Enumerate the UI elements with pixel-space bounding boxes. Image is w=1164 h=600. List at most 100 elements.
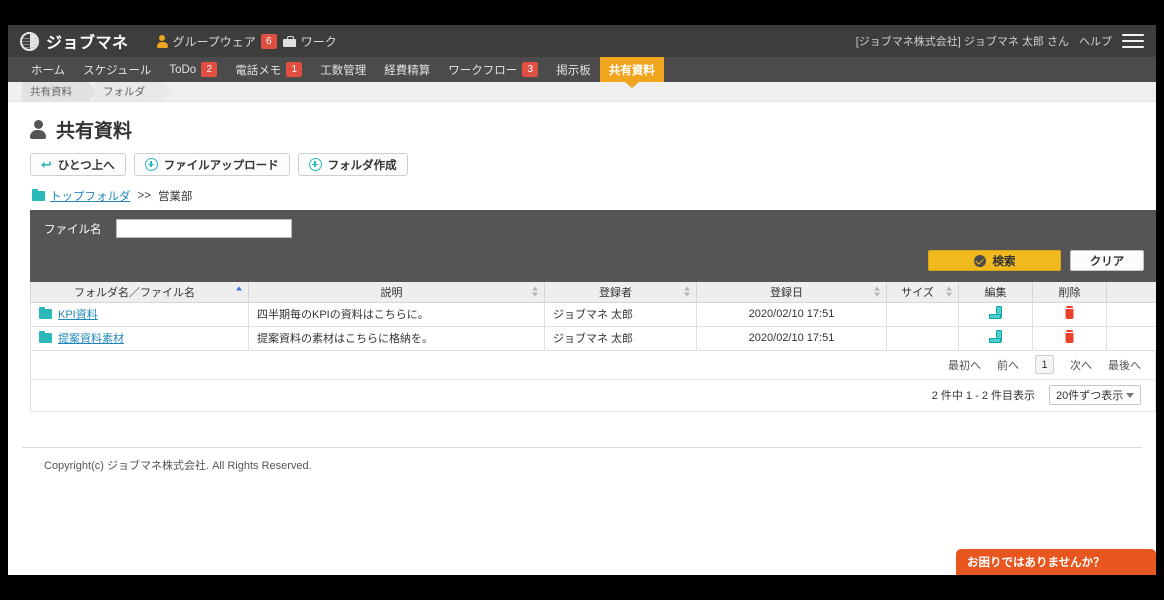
todo-badge: 2: [201, 62, 218, 77]
pagination-page-1[interactable]: 1: [1035, 355, 1054, 374]
page-content: 共有資料 ↪ ひとつ上へ ファイルアップロード フォルダ作成 トップフォルダ >…: [8, 116, 1156, 483]
column-header-name[interactable]: フォルダ名／ファイル名: [30, 280, 249, 303]
nav-item-man-hours[interactable]: 工数管理: [311, 57, 375, 82]
file-name-label: ファイル名: [44, 223, 102, 236]
nav-item-schedule[interactable]: スケジュール: [74, 57, 160, 82]
logo-text: ジョブマネ: [46, 35, 129, 52]
person-icon: [156, 34, 168, 48]
cell-date: 2020/02/10 17:51: [696, 325, 887, 351]
nav-label: 電話メモ: [235, 64, 282, 77]
page-title-text: 共有資料: [56, 121, 133, 142]
cell-delete: [1032, 301, 1107, 327]
cell-description: 提案資料の素材はこちらに格納を。: [248, 325, 545, 351]
pagination-last[interactable]: 最後へ: [1108, 357, 1141, 373]
column-header-edit: 編集: [958, 280, 1033, 303]
go-up-button[interactable]: ↪ ひとつ上へ: [30, 153, 126, 176]
file-table: フォルダ名／ファイル名 説明 登録者 登録日 サイズ 編集 削除 KPI資料 四…: [30, 280, 1156, 351]
phone-memo-badge: 1: [286, 62, 303, 77]
breadcrumb-label: 共有資料: [30, 86, 72, 98]
pencil-icon[interactable]: [988, 306, 1003, 320]
chevron-down-icon: [1126, 392, 1134, 398]
top-nav-label: ワーク: [300, 34, 337, 49]
hamburger-icon[interactable]: [1122, 34, 1144, 48]
search-button[interactable]: 検索: [928, 250, 1061, 271]
file-upload-label: ファイルアップロード: [163, 159, 279, 172]
pagination-prev[interactable]: 前へ: [997, 357, 1019, 373]
column-label: 登録日: [770, 286, 803, 299]
nav-item-workflow[interactable]: ワークフロー 3: [439, 57, 547, 82]
action-button-row: ↪ ひとつ上へ ファイルアップロード フォルダ作成: [30, 153, 1142, 176]
result-count-text: 2 件中 1 - 2 件目表示: [931, 390, 1035, 402]
folder-icon: [32, 188, 45, 201]
plus-circle-icon: [308, 158, 322, 171]
nav-label: 共有資料: [608, 64, 655, 77]
cell-description: 四半期毎のKPIの資料はこちらに。: [248, 301, 545, 327]
pagination-first[interactable]: 最初へ: [948, 357, 981, 373]
folder-path: トップフォルダ >> 営業部: [32, 188, 1142, 204]
nav-item-expenses[interactable]: 経費精算: [375, 57, 439, 82]
cell-spacer: [1106, 325, 1156, 351]
file-name-input[interactable]: [116, 219, 292, 238]
screenshot-root: ジョブマネ グループウェア 6 ワーク [ジョブマネ株式会社] ジョブマネ 太郎…: [0, 0, 1164, 600]
clear-button-label: クリア: [1089, 255, 1125, 268]
nav-item-home[interactable]: ホーム: [22, 57, 74, 82]
top-right-area: [ジョブマネ株式会社] ジョブマネ 太郎 さん ヘルプ: [856, 25, 1144, 57]
sort-icon: [873, 286, 880, 297]
workflow-badge: 3: [522, 62, 539, 77]
table-row: KPI資料 四半期毎のKPIの資料はこちらに。 ジョブマネ 太郎 2020/02…: [30, 301, 1156, 327]
go-up-label: ひとつ上へ: [57, 159, 115, 172]
nav-label: 掲示板: [556, 64, 591, 77]
breadcrumb: 共有資料 フォルダ: [8, 82, 1156, 102]
nav-label: ホーム: [31, 64, 66, 77]
sort-icon: [683, 286, 690, 297]
nav-item-phone-memo[interactable]: 電話メモ 1: [226, 57, 311, 82]
top-nav-label: グループウェア: [172, 34, 256, 49]
sort-asc-icon: [235, 286, 242, 297]
logo[interactable]: ジョブマネ: [20, 29, 129, 53]
sort-icon: [945, 286, 952, 297]
cell-author: ジョブマネ 太郎: [544, 301, 697, 327]
nav-label: 工数管理: [320, 64, 367, 77]
file-upload-button[interactable]: ファイルアップロード: [133, 153, 290, 176]
search-panel: ファイル名 検索 クリア: [30, 210, 1156, 280]
nav-item-todo[interactable]: ToDo 2: [160, 57, 226, 82]
trash-icon[interactable]: [1064, 330, 1075, 343]
help-widget[interactable]: お困りではありませんか？: [956, 549, 1156, 575]
column-header-size[interactable]: サイズ: [886, 280, 959, 303]
search-button-row: 検索 クリア: [44, 250, 1144, 271]
column-header-delete: 削除: [1032, 280, 1107, 303]
cell-edit: [958, 301, 1033, 327]
result-count-bar: 2 件中 1 - 2 件目表示 20件ずつ表示: [30, 379, 1156, 412]
column-label: 編集: [984, 286, 1007, 299]
nav-item-shared-documents[interactable]: 共有資料: [599, 57, 664, 82]
column-label: サイズ: [901, 286, 934, 299]
top-nav-item-groupware[interactable]: グループウェア 6: [156, 33, 277, 50]
column-header-description[interactable]: 説明: [248, 280, 545, 303]
clear-button[interactable]: クリア: [1070, 250, 1144, 271]
nav-label: ToDo: [169, 63, 197, 76]
top-nav-item-work[interactable]: ワーク: [282, 33, 337, 50]
column-header-date[interactable]: 登録日: [696, 280, 887, 303]
path-root-link[interactable]: トップフォルダ: [50, 188, 131, 204]
column-header-author[interactable]: 登録者: [544, 280, 697, 303]
folder-link[interactable]: KPI資料: [58, 306, 98, 322]
briefcase-icon: [282, 35, 296, 47]
help-link[interactable]: ヘルプ: [1079, 33, 1112, 49]
path-current: 営業部: [157, 191, 193, 203]
per-page-select[interactable]: 20件ずつ表示: [1049, 385, 1141, 405]
nav-item-bulletin-board[interactable]: 掲示板: [547, 57, 600, 82]
pencil-icon[interactable]: [988, 330, 1003, 344]
pagination-next[interactable]: 次へ: [1070, 357, 1092, 373]
create-folder-label: フォルダ作成: [327, 159, 397, 172]
breadcrumb-item-folder[interactable]: フォルダ: [95, 82, 171, 102]
main-nav: ホーム スケジュール ToDo 2 電話メモ 1 工数管理 経費精算 ワークフロ…: [8, 57, 1156, 82]
trash-icon[interactable]: [1064, 306, 1075, 319]
folder-link[interactable]: 提案資料素材: [58, 330, 124, 346]
check-circle-icon: [973, 254, 986, 267]
create-folder-button[interactable]: フォルダ作成: [297, 153, 408, 176]
nav-label: ワークフロー: [448, 64, 518, 77]
column-label: フォルダ名／ファイル名: [74, 286, 195, 299]
breadcrumb-item-shared-documents[interactable]: 共有資料: [22, 82, 98, 102]
arrow-up-icon: ↪: [41, 157, 52, 172]
column-label: 登録者: [599, 286, 632, 299]
